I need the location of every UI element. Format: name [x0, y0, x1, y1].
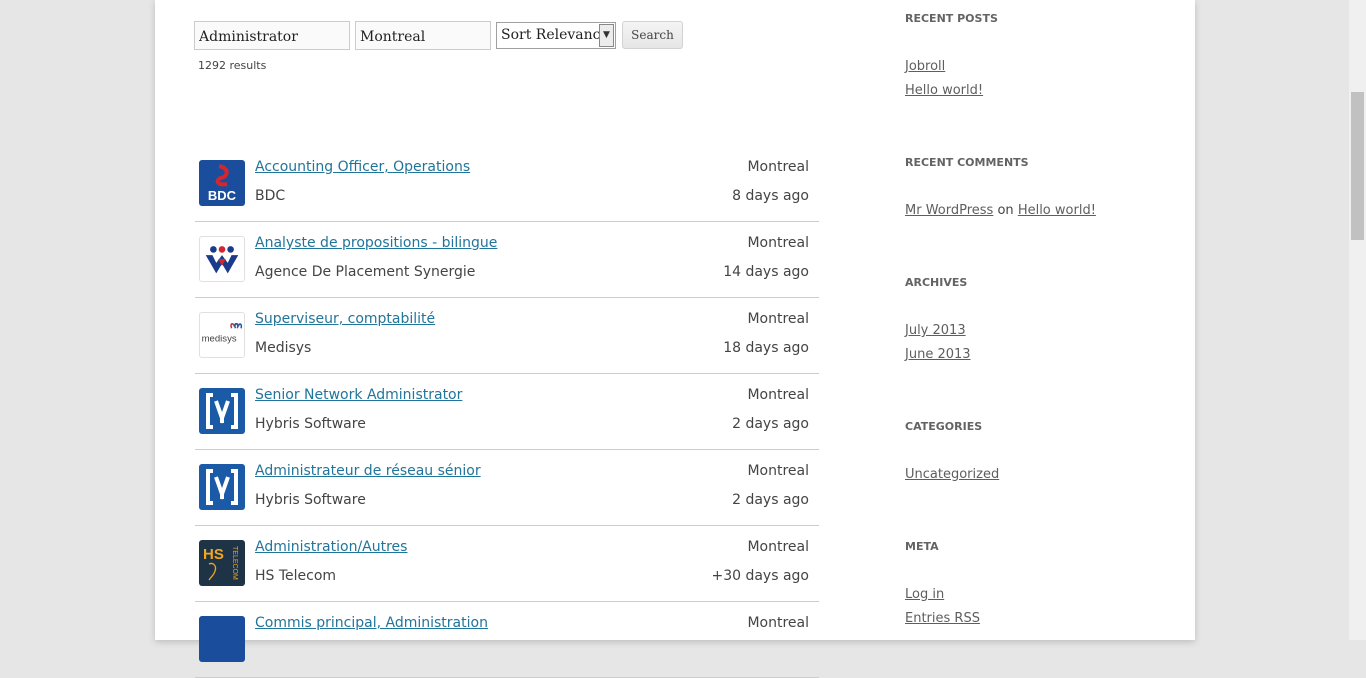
job-company: Hybris Software: [255, 416, 366, 432]
job-row: medisys Superviseur, comptabilité Medisy…: [195, 298, 819, 374]
svg-text:BDC: BDC: [208, 188, 237, 203]
job-company: HS Telecom: [255, 568, 337, 584]
meta-link[interactable]: Log in: [905, 587, 944, 602]
hs-telecom-logo: HS TELECOM: [199, 540, 245, 586]
job-location: Montreal: [747, 463, 809, 479]
job-age: 8 days ago: [732, 188, 809, 204]
job-age: 2 days ago: [732, 416, 809, 432]
recent-post-link[interactable]: Jobroll: [905, 59, 945, 74]
chevron-down-icon[interactable]: ▼: [599, 24, 614, 47]
category-link[interactable]: Uncategorized: [905, 467, 999, 482]
job-location: Montreal: [747, 539, 809, 555]
job-location: Montreal: [747, 311, 809, 327]
synergie-logo: [199, 236, 245, 282]
comment-author-link[interactable]: Mr WordPress: [905, 203, 993, 218]
job-company: Hybris Software: [255, 492, 366, 508]
svg-text:TELECOM: TELECOM: [231, 546, 238, 580]
svg-text:HS: HS: [203, 546, 224, 563]
meta-heading: META: [905, 540, 939, 553]
job-title-link[interactable]: Superviseur, comptabilité: [255, 311, 435, 327]
job-title-link[interactable]: Administrateur de réseau sénior: [255, 463, 481, 479]
medisys-logo: medisys: [199, 312, 245, 358]
job-row: Administrateur de réseau sénior Hybris S…: [195, 450, 819, 526]
job-location: Montreal: [747, 159, 809, 175]
company-logo: [199, 616, 245, 662]
sort-select[interactable]: Sort Relevance ▼: [496, 22, 616, 49]
job-company: Medisys: [255, 340, 312, 356]
recent-post-link[interactable]: Hello world!: [905, 83, 983, 98]
recent-comment: Mr WordPress on Hello world!: [905, 203, 1096, 218]
categories-heading: CATEGORIES: [905, 420, 983, 433]
job-title-link[interactable]: Senior Network Administrator: [255, 387, 462, 403]
job-title-link[interactable]: Administration/Autres: [255, 539, 407, 555]
meta-link[interactable]: Entries RSS: [905, 611, 980, 626]
location-input[interactable]: [355, 21, 491, 50]
job-row: HS TELECOM Administration/Autres HS Tele…: [195, 526, 819, 602]
page-content: Sort Relevance ▼ Search 1292 results BDC…: [155, 0, 1195, 678]
job-location: Montreal: [747, 387, 809, 403]
job-age: 2 days ago: [732, 492, 809, 508]
hybris-logo: [199, 388, 245, 434]
job-location: Montreal: [747, 235, 809, 251]
archives-heading: ARCHIVES: [905, 276, 968, 289]
job-row: Senior Network Administrator Hybris Soft…: [195, 374, 819, 450]
svg-text:medisys: medisys: [202, 334, 237, 345]
job-row: Analyste de propositions - bilingue Agen…: [195, 222, 819, 298]
job-location: Montreal: [747, 615, 809, 631]
results-count: 1292 results: [198, 59, 267, 72]
scrollbar[interactable]: [1349, 0, 1366, 640]
keyword-input[interactable]: [194, 21, 350, 50]
job-title-link[interactable]: Accounting Officer, Operations: [255, 159, 470, 175]
scrollbar-thumb[interactable]: [1351, 92, 1364, 240]
job-company: BDC: [255, 188, 286, 204]
recent-posts-heading: RECENT POSTS: [905, 12, 998, 25]
hybris-logo: [199, 464, 245, 510]
sort-select-label: Sort Relevance: [501, 27, 609, 43]
job-row: Commis principal, Administration Montrea…: [195, 602, 819, 678]
comment-post-link[interactable]: Hello world!: [1018, 203, 1096, 218]
bdc-logo: BDC: [199, 160, 245, 206]
job-age: 18 days ago: [723, 340, 809, 356]
job-row: BDC Accounting Officer, Operations BDC M…: [195, 146, 819, 222]
job-title-link[interactable]: Commis principal, Administration: [255, 615, 488, 631]
job-title-link[interactable]: Analyste de propositions - bilingue: [255, 235, 497, 251]
job-age: +30 days ago: [711, 568, 809, 584]
job-list: BDC Accounting Officer, Operations BDC M…: [195, 146, 819, 678]
job-age: 14 days ago: [723, 264, 809, 280]
archive-link[interactable]: July 2013: [905, 323, 966, 338]
recent-comments-heading: RECENT COMMENTS: [905, 156, 1029, 169]
search-button[interactable]: Search: [622, 21, 683, 49]
archive-link[interactable]: June 2013: [905, 347, 971, 362]
job-company: Agence De Placement Synergie: [255, 264, 476, 280]
comment-on-text: on: [997, 203, 1014, 218]
